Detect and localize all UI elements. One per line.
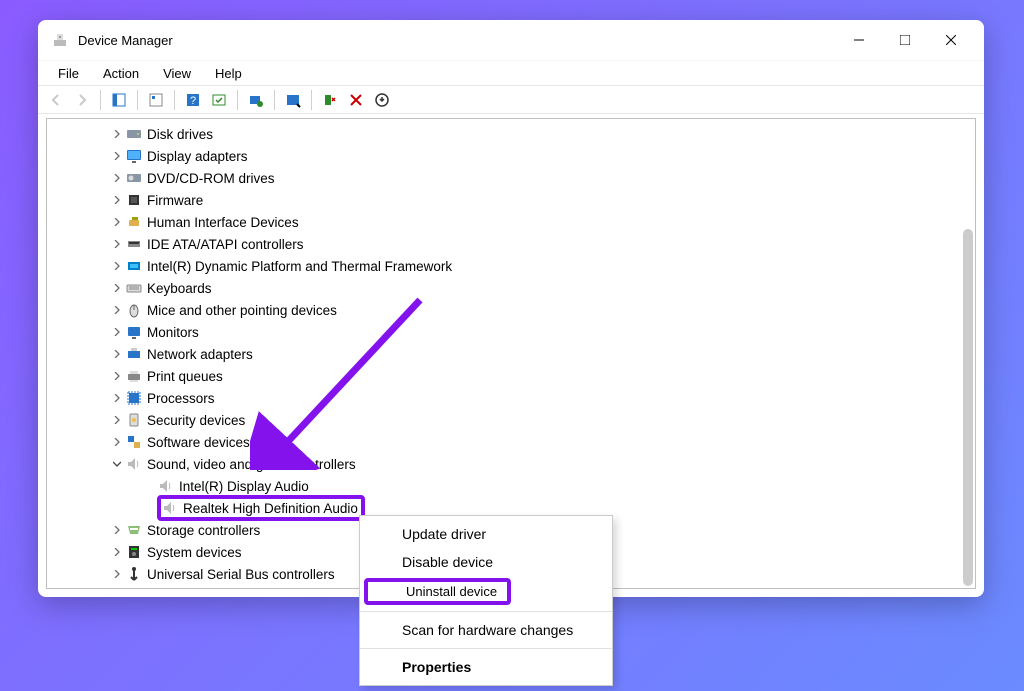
chevron-right-icon[interactable]: [109, 170, 125, 186]
scan-hardware-button[interactable]: [207, 88, 231, 112]
svg-text:?: ?: [190, 95, 196, 107]
disable-device-button[interactable]: [281, 88, 305, 112]
tree-item-software[interactable]: Software devices: [47, 431, 975, 453]
app-icon: [52, 32, 68, 48]
hid-icon: [125, 214, 143, 230]
scrollbar[interactable]: [963, 229, 973, 586]
chevron-right-icon[interactable]: [109, 544, 125, 560]
tree-item-network[interactable]: Network adapters: [47, 343, 975, 365]
back-button: [44, 88, 68, 112]
speaker-icon: [157, 478, 175, 494]
device-manager-window: Device Manager File Action View Help ?: [38, 20, 984, 597]
chevron-right-icon[interactable]: [109, 280, 125, 296]
annotation-highlight: Uninstall device: [364, 578, 511, 605]
chevron-right-icon[interactable]: [109, 192, 125, 208]
menu-item-disable-device[interactable]: Disable device: [360, 548, 612, 576]
tree-item-monitors[interactable]: Monitors: [47, 321, 975, 343]
ide-icon: [125, 236, 143, 252]
keyboard-icon: [125, 280, 143, 296]
speaker-icon: [125, 456, 143, 472]
monitor-icon: [125, 148, 143, 164]
toolbar-separator: [137, 90, 138, 110]
toolbar-separator: [237, 90, 238, 110]
menu-separator: [360, 611, 612, 612]
menu-help[interactable]: Help: [205, 64, 252, 83]
forward-button: [70, 88, 94, 112]
tree-item-sound[interactable]: Sound, video and game controllers: [47, 453, 975, 475]
properties-button[interactable]: [144, 88, 168, 112]
tree-item-ide[interactable]: IDE ATA/ATAPI controllers: [47, 233, 975, 255]
menu-view[interactable]: View: [153, 64, 201, 83]
monitor-icon: [125, 324, 143, 340]
usb-icon: [125, 566, 143, 582]
window-title: Device Manager: [78, 33, 836, 48]
tree-item-display-adapters[interactable]: Display adapters: [47, 145, 975, 167]
close-button[interactable]: [928, 24, 974, 56]
show-hide-console-tree-button[interactable]: [107, 88, 131, 112]
chevron-right-icon[interactable]: [109, 302, 125, 318]
menu-action[interactable]: Action: [93, 64, 149, 83]
tree-item-keyboards[interactable]: Keyboards: [47, 277, 975, 299]
menu-item-update-driver[interactable]: Update driver: [360, 520, 612, 548]
chevron-right-icon[interactable]: [109, 346, 125, 362]
menu-item-scan-hardware[interactable]: Scan for hardware changes: [360, 616, 612, 644]
titlebar: Device Manager: [38, 20, 984, 60]
storage-icon: [125, 522, 143, 538]
menubar: File Action View Help: [38, 60, 984, 86]
update-driver-button[interactable]: [244, 88, 268, 112]
maximize-button[interactable]: [882, 24, 928, 56]
disk-icon: [125, 126, 143, 142]
tree-item-dvd[interactable]: DVD/CD-ROM drives: [47, 167, 975, 189]
menu-item-uninstall-device[interactable]: Uninstall device: [360, 576, 612, 607]
chevron-right-icon[interactable]: [109, 236, 125, 252]
mouse-icon: [125, 302, 143, 318]
menu-separator: [360, 648, 612, 649]
tree-item-intel-display-audio[interactable]: Intel(R) Display Audio: [47, 475, 975, 497]
cpu-icon: [125, 390, 143, 406]
tree-item-mice[interactable]: Mice and other pointing devices: [47, 299, 975, 321]
dvd-icon: [125, 170, 143, 186]
tree-item-hid[interactable]: Human Interface Devices: [47, 211, 975, 233]
toolbar-separator: [174, 90, 175, 110]
tree-item-intel-platform[interactable]: Intel(R) Dynamic Platform and Thermal Fr…: [47, 255, 975, 277]
help-button[interactable]: ?: [181, 88, 205, 112]
chevron-right-icon[interactable]: [109, 412, 125, 428]
chevron-right-icon[interactable]: [109, 258, 125, 274]
chevron-down-icon[interactable]: [109, 456, 125, 472]
toolbar-separator: [274, 90, 275, 110]
tree-item-firmware[interactable]: Firmware: [47, 189, 975, 211]
printer-icon: [125, 368, 143, 384]
menu-file[interactable]: File: [48, 64, 89, 83]
annotation-highlight: Realtek High Definition Audio: [157, 495, 365, 521]
tree-item-disk-drives[interactable]: Disk drives: [47, 123, 975, 145]
network-icon: [125, 346, 143, 362]
chevron-right-icon[interactable]: [109, 214, 125, 230]
chevron-right-icon[interactable]: [109, 434, 125, 450]
context-menu: Update driver Disable device Uninstall d…: [359, 515, 613, 686]
tree-item-print-queues[interactable]: Print queues: [47, 365, 975, 387]
chevron-right-icon[interactable]: [109, 522, 125, 538]
chevron-right-icon[interactable]: [109, 126, 125, 142]
chevron-right-icon[interactable]: [109, 566, 125, 582]
software-icon: [125, 434, 143, 450]
minimize-button[interactable]: [836, 24, 882, 56]
chevron-right-icon[interactable]: [109, 390, 125, 406]
toolbar-separator: [100, 90, 101, 110]
chevron-right-icon[interactable]: [109, 368, 125, 384]
chip-icon: [125, 192, 143, 208]
intel-icon: [125, 258, 143, 274]
install-button[interactable]: [370, 88, 394, 112]
menu-item-properties[interactable]: Properties: [360, 653, 612, 681]
toolbar-separator: [311, 90, 312, 110]
chevron-right-icon[interactable]: [109, 148, 125, 164]
security-icon: [125, 412, 143, 428]
uninstall-device-button[interactable]: [318, 88, 342, 112]
chevron-right-icon[interactable]: [109, 324, 125, 340]
delete-button[interactable]: [344, 88, 368, 112]
speaker-icon: [161, 500, 179, 516]
toolbar: ?: [38, 86, 984, 114]
tree-item-processors[interactable]: Processors: [47, 387, 975, 409]
tree-item-security[interactable]: Security devices: [47, 409, 975, 431]
system-icon: [125, 544, 143, 560]
